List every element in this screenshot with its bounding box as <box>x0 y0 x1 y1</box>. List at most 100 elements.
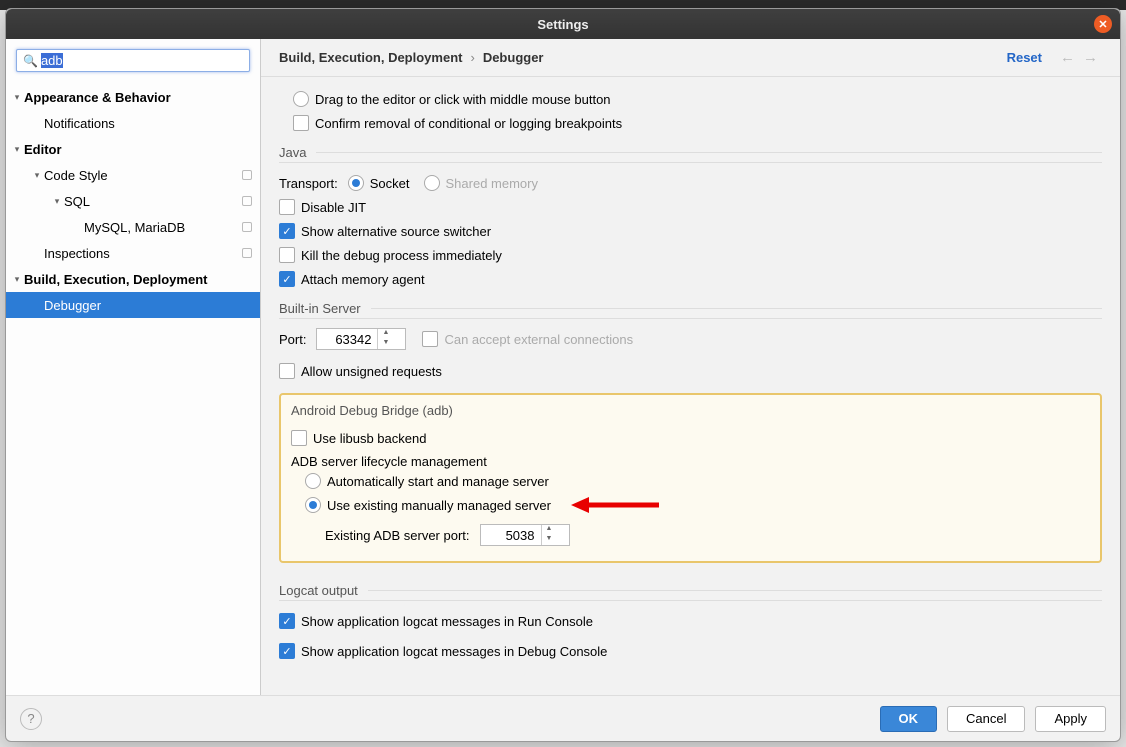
section-server: Built-in Server <box>279 291 1102 319</box>
sidebar: 🔍 ▾Appearance & BehaviorNotifications▾Ed… <box>6 39 261 695</box>
port-label: Port: <box>279 332 306 347</box>
radio-auto-manage[interactable] <box>305 473 321 489</box>
auto-manage-row: Automatically start and manage server <box>305 469 1090 493</box>
can-accept-label: Can accept external connections <box>444 332 633 347</box>
ok-button[interactable]: OK <box>880 706 938 732</box>
radio-shared-memory[interactable] <box>424 175 440 191</box>
checkbox-allow-unsigned[interactable] <box>279 363 295 379</box>
checkbox-kill-process[interactable] <box>279 247 295 263</box>
tree-item-editor[interactable]: ▾Editor <box>6 136 260 162</box>
cancel-button[interactable]: Cancel <box>947 706 1025 732</box>
disable-jit-row: Disable JIT <box>279 195 1102 219</box>
window-title: Settings <box>537 17 588 32</box>
tree-item-mysql-mariadb[interactable]: MySQL, MariaDB <box>6 214 260 240</box>
server-title: Built-in Server <box>279 301 361 316</box>
logcat-run-row: Show application logcat messages in Run … <box>279 609 1102 633</box>
adb-port-spinner[interactable]: ▲▼ <box>480 524 570 546</box>
crumb-separator: › <box>470 50 474 65</box>
search-input[interactable] <box>41 53 243 68</box>
logcat-title: Logcat output <box>279 583 358 598</box>
transport-label: Transport: <box>279 176 338 191</box>
tree-item-debugger[interactable]: Debugger <box>6 292 260 318</box>
allow-unsigned-label: Allow unsigned requests <box>301 364 442 379</box>
checkbox-confirm-removal[interactable] <box>293 115 309 131</box>
existing-server-row: Use existing manually managed server <box>305 493 1090 517</box>
tree-item-inspections[interactable]: Inspections <box>6 240 260 266</box>
adb-title: Android Debug Bridge (adb) <box>291 403 1090 418</box>
settings-scroll[interactable]: Drag to the editor or click with middle … <box>261 77 1120 695</box>
logcat-debug-row: Show application logcat messages in Debu… <box>279 639 1102 663</box>
chevron-down-icon: ▾ <box>10 92 24 103</box>
tree-item-label: Build, Execution, Deployment <box>24 272 252 287</box>
tree-item-label: SQL <box>64 194 242 209</box>
settings-dialog: Settings ✕ 🔍 ▾Appearance & Behavior Notif… <box>5 8 1121 742</box>
apply-button[interactable]: Apply <box>1035 706 1106 732</box>
scheme-badge-icon <box>242 248 252 258</box>
radio-socket[interactable] <box>348 175 364 191</box>
tree-item-notifications[interactable]: Notifications <box>6 110 260 136</box>
java-title: Java <box>279 145 306 160</box>
tree-item-code-style[interactable]: ▾Code Style <box>6 162 260 188</box>
checkbox-attach-memory[interactable] <box>279 271 295 287</box>
port-spinner[interactable]: ▲▼ <box>316 328 406 350</box>
titlebar: Settings ✕ <box>6 9 1120 39</box>
shared-memory-label: Shared memory <box>446 176 538 191</box>
adb-port-stepper[interactable]: ▲▼ <box>541 525 557 545</box>
transport-row: Transport: Socket Shared memory <box>279 171 1102 195</box>
scheme-badge-icon <box>242 196 252 206</box>
dialog-content: 🔍 ▾Appearance & BehaviorNotifications▾Ed… <box>6 39 1120 695</box>
logcat-debug-label: Show application logcat messages in Debu… <box>301 644 607 659</box>
section-java: Java <box>279 135 1102 163</box>
section-logcat: Logcat output <box>279 573 1102 601</box>
adb-port-label: Existing ADB server port: <box>325 528 470 543</box>
auto-manage-label: Automatically start and manage server <box>327 474 549 489</box>
port-input[interactable] <box>317 332 377 347</box>
radio-drag[interactable] <box>293 91 309 107</box>
callout-arrow-icon <box>571 493 661 517</box>
disable-jit-label: Disable JIT <box>301 200 366 215</box>
checkbox-libusb[interactable] <box>291 430 307 446</box>
drag-option-row: Drag to the editor or click with middle … <box>293 87 1102 111</box>
breadcrumb-bar: Build, Execution, Deployment › Debugger … <box>261 39 1120 77</box>
tree-item-sql[interactable]: ▾SQL <box>6 188 260 214</box>
forward-icon[interactable]: → <box>1083 49 1098 66</box>
chevron-down-icon: ▾ <box>10 274 24 285</box>
existing-server-label: Use existing manually managed server <box>327 498 551 513</box>
socket-label: Socket <box>370 176 410 191</box>
search-wrap: 🔍 <box>6 39 260 82</box>
checkbox-logcat-debug[interactable] <box>279 643 295 659</box>
crumb-page: Debugger <box>483 50 544 65</box>
adb-section: Android Debug Bridge (adb) Use libusb ba… <box>279 393 1102 563</box>
tree-item-label: Notifications <box>44 116 252 131</box>
chevron-down-icon: ▾ <box>50 196 64 207</box>
checkbox-disable-jit[interactable] <box>279 199 295 215</box>
libusb-label: Use libusb backend <box>313 431 426 446</box>
tree-item-label: Inspections <box>44 246 242 261</box>
kill-label: Kill the debug process immediately <box>301 248 502 263</box>
lifecycle-title: ADB server lifecycle management <box>291 454 1090 469</box>
port-row: Port: ▲▼ Can accept external connections <box>279 327 1102 351</box>
dialog-footer: ? OK Cancel Apply <box>6 695 1120 741</box>
main-panel: Build, Execution, Deployment › Debugger … <box>261 39 1120 695</box>
chevron-down-icon: ▾ <box>30 170 44 181</box>
attach-row: Attach memory agent <box>279 267 1102 291</box>
help-icon[interactable]: ? <box>20 708 42 730</box>
tree-item-label: Debugger <box>44 298 252 313</box>
checkbox-can-accept[interactable] <box>422 331 438 347</box>
tree-item-label: MySQL, MariaDB <box>84 220 242 235</box>
search-field[interactable]: 🔍 <box>16 49 250 72</box>
reset-link[interactable]: Reset <box>1007 50 1042 65</box>
checkbox-logcat-run[interactable] <box>279 613 295 629</box>
back-icon[interactable]: ← <box>1060 49 1075 66</box>
tree-item-build-execution-deployment[interactable]: ▾Build, Execution, Deployment <box>6 266 260 292</box>
adb-port-input[interactable] <box>481 528 541 543</box>
checkbox-alt-source[interactable] <box>279 223 295 239</box>
tree-item-appearance-behavior[interactable]: ▾Appearance & Behavior <box>6 84 260 110</box>
chevron-down-icon: ▾ <box>10 144 24 155</box>
close-icon[interactable]: ✕ <box>1094 15 1112 33</box>
radio-existing-server[interactable] <box>305 497 321 513</box>
port-stepper[interactable]: ▲▼ <box>377 329 393 349</box>
alt-src-label: Show alternative source switcher <box>301 224 491 239</box>
tree-item-label: Editor <box>24 142 252 157</box>
adb-port-row: Existing ADB server port: ▲▼ <box>325 523 1090 547</box>
